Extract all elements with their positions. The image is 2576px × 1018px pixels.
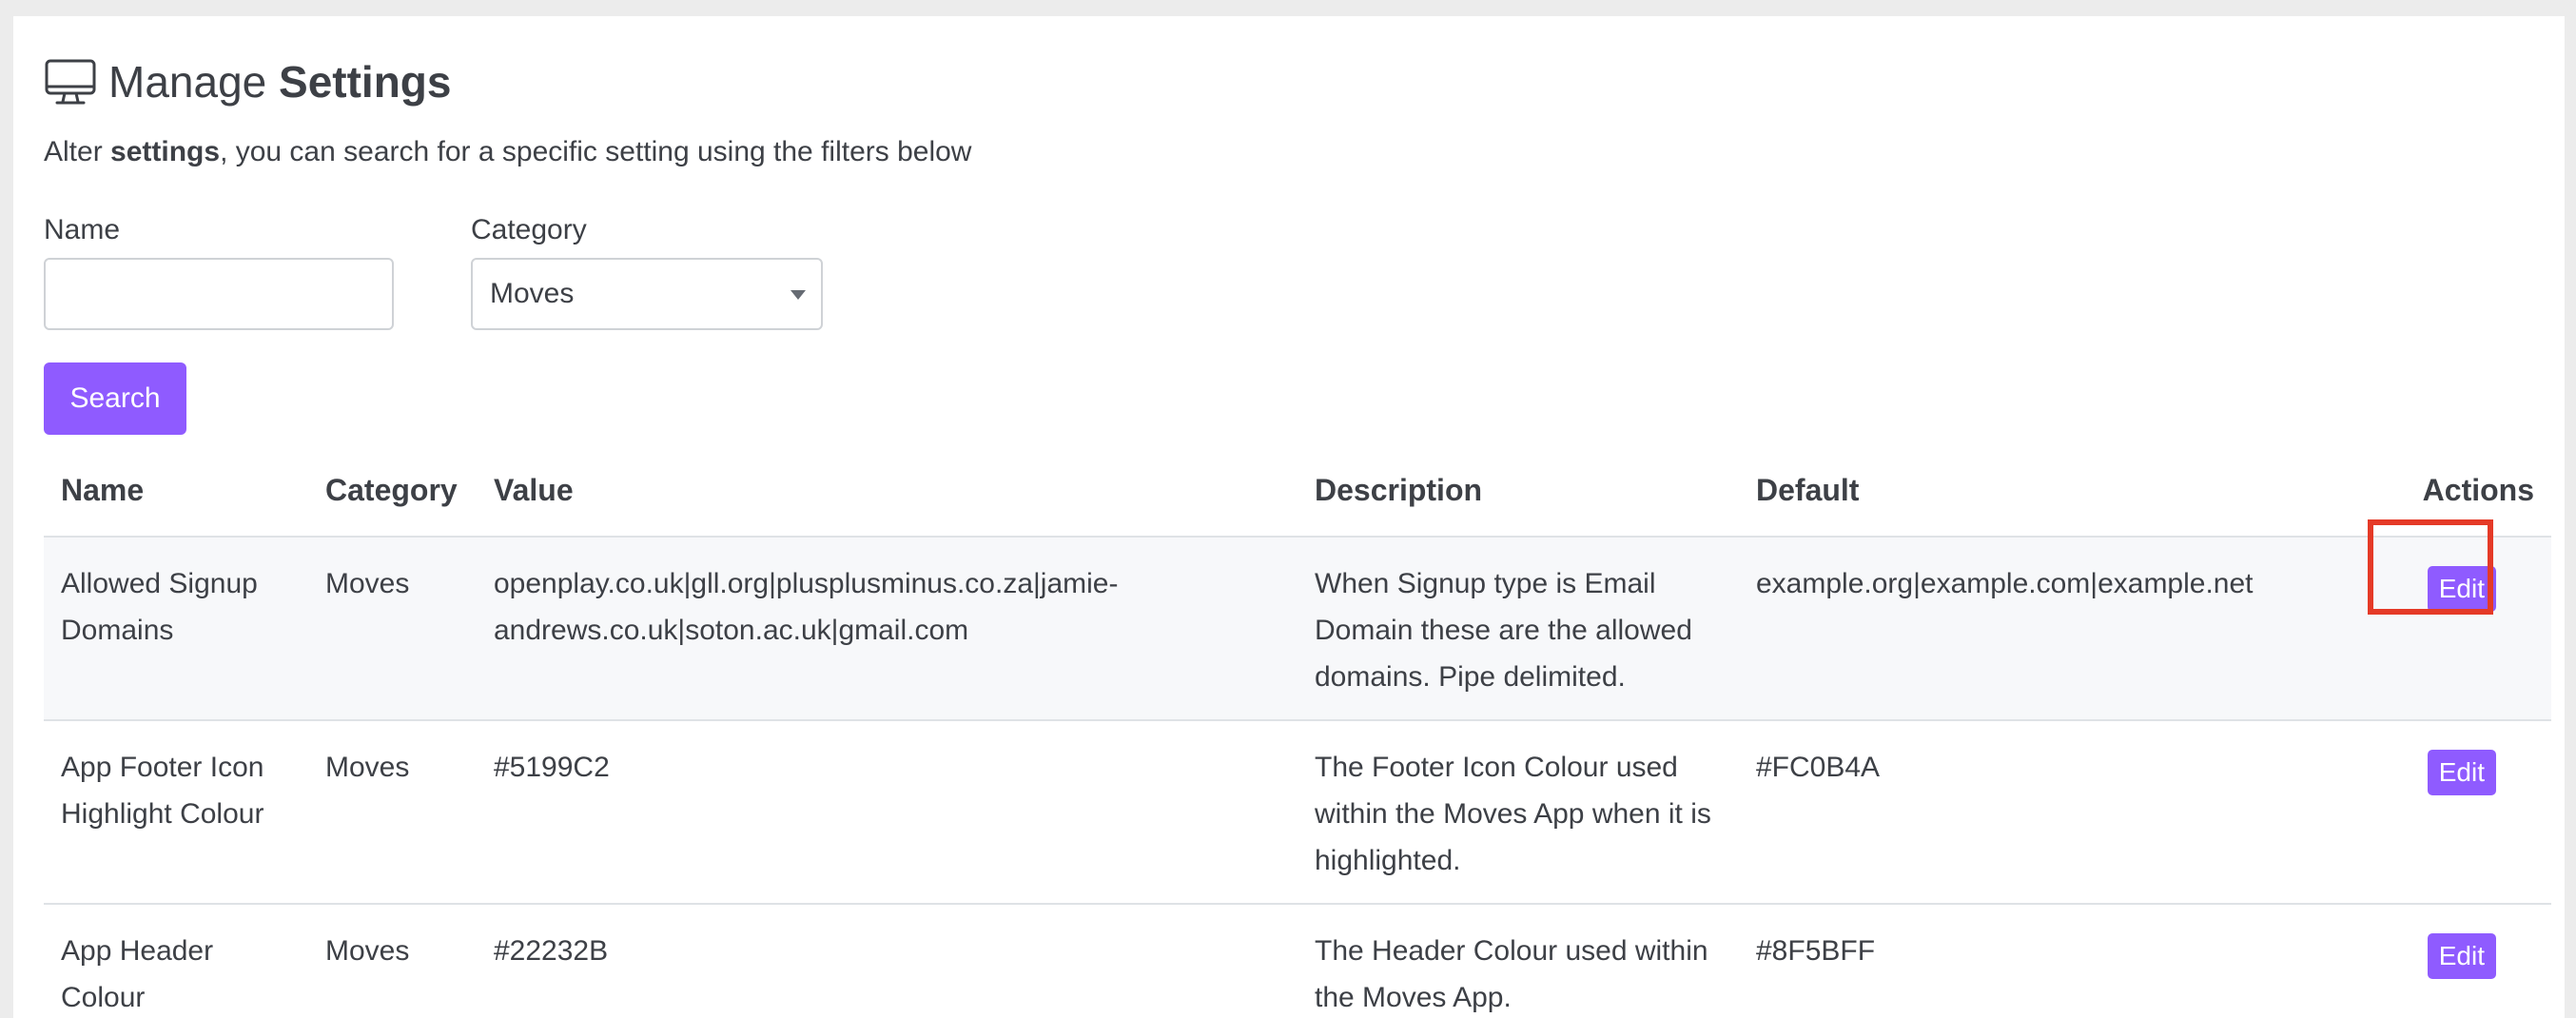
cell-name: App Footer Icon Highlight Colour: [44, 720, 308, 905]
page-title-bold: Settings: [279, 57, 452, 107]
edit-button[interactable]: Edit: [2427, 566, 2496, 612]
cell-description: When Signup type is Email Domain these a…: [1298, 537, 1739, 721]
cell-name: Allowed Signup Domains: [44, 537, 308, 721]
cell-value: #5199C2: [477, 720, 1298, 905]
subtitle-bold: settings: [110, 136, 221, 167]
caret-down-icon: [790, 290, 806, 300]
page-header: Manage Settings: [44, 50, 451, 113]
cell-default: example.org|example.com|example.net: [1739, 537, 2385, 721]
cell-actions: Edit: [2385, 720, 2551, 905]
cell-description: The Header Colour used within the Moves …: [1298, 904, 1739, 1018]
cell-category: Moves: [308, 537, 477, 721]
search-button[interactable]: Search: [44, 362, 186, 435]
page-title: Manage Settings: [108, 56, 451, 108]
column-header-value[interactable]: Value: [477, 444, 1298, 538]
edit-button[interactable]: Edit: [2427, 750, 2496, 795]
table-row: Allowed Signup Domains Moves openplay.co…: [44, 537, 2551, 721]
column-header-name[interactable]: Name: [44, 444, 308, 538]
settings-table: Name Category Value Description Default …: [44, 444, 2551, 1018]
cell-default: #8F5BFF: [1739, 904, 2385, 1018]
table-header-row: Name Category Value Description Default …: [44, 444, 2551, 538]
subtitle-prefix: Alter: [44, 136, 103, 167]
column-header-actions: Actions: [2385, 444, 2551, 538]
cell-value: openplay.co.uk|gll.org|plusplusminus.co.…: [477, 537, 1298, 721]
category-selected-value: Moves: [490, 278, 575, 309]
cell-name: App Header Colour: [44, 904, 308, 1018]
settings-panel: Manage Settings Alter settings, you can …: [13, 16, 2565, 1018]
cell-actions: Edit: [2385, 904, 2551, 1018]
name-filter-input[interactable]: [44, 258, 394, 330]
name-filter-label: Name: [44, 214, 121, 245]
edit-button[interactable]: Edit: [2427, 933, 2496, 979]
cell-description: The Footer Icon Colour used within the M…: [1298, 720, 1739, 905]
column-header-category[interactable]: Category: [308, 444, 477, 538]
cell-category: Moves: [308, 720, 477, 905]
cell-default: #FC0B4A: [1739, 720, 2385, 905]
category-filter-label: Category: [471, 214, 587, 245]
table-row: App Header Colour Moves #22232B The Head…: [44, 904, 2551, 1018]
monitor-icon: [45, 59, 96, 105]
category-filter-select[interactable]: Moves: [471, 258, 823, 330]
cell-value: #22232B: [477, 904, 1298, 1018]
cell-category: Moves: [308, 904, 477, 1018]
table-row: App Footer Icon Highlight Colour Moves #…: [44, 720, 2551, 905]
page-title-prefix: Manage: [108, 57, 267, 107]
cell-actions: Edit: [2385, 537, 2551, 721]
subtitle-rest: , you can search for a specific setting …: [220, 136, 972, 167]
column-header-description[interactable]: Description: [1298, 444, 1739, 538]
page-subtitle: Alter settings, you can search for a spe…: [44, 136, 971, 168]
column-header-default[interactable]: Default: [1739, 444, 2385, 538]
